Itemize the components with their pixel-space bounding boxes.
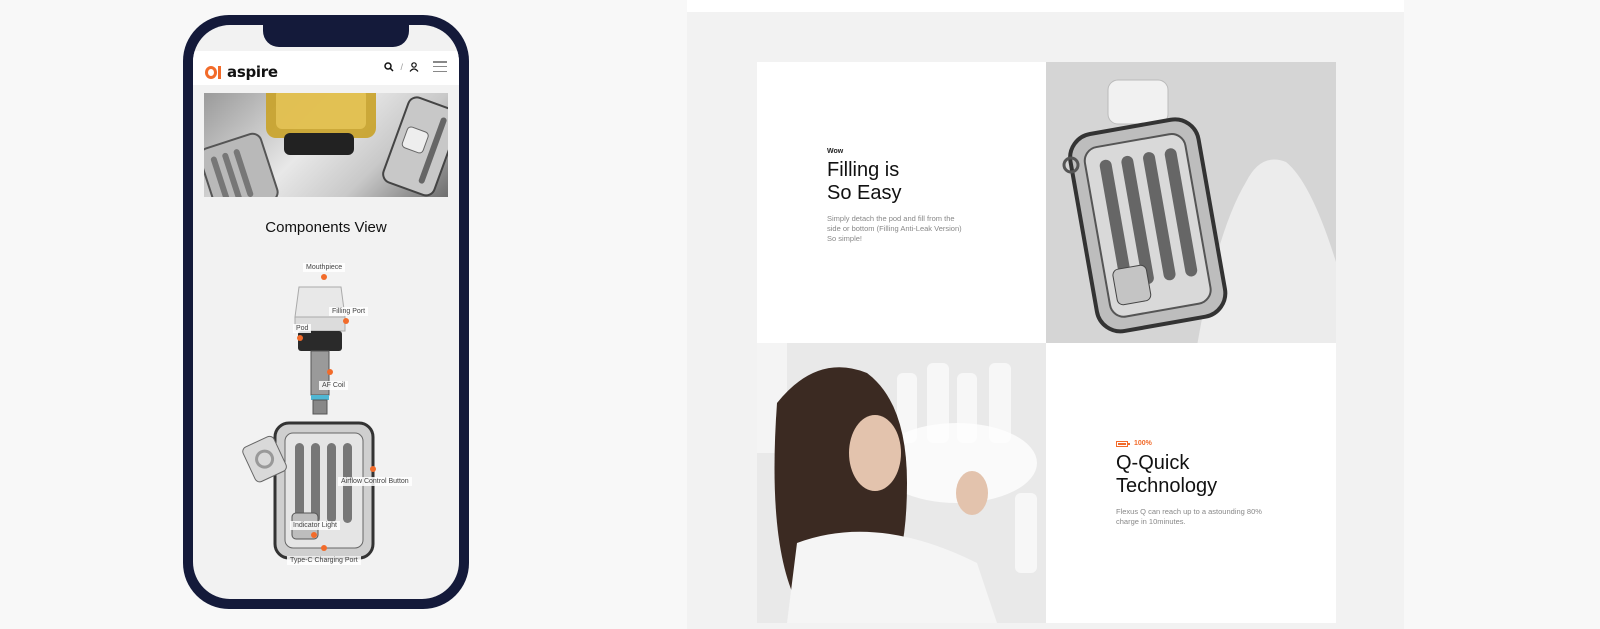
charging-feature-card: 100% Q-Quick Technology Flexus Q can rea… [1046,343,1336,623]
phone-mockup: aspire / Components View Mouthpiece Fill… [183,15,469,609]
header-separator: / [400,61,403,72]
filling-feature-card: Wow Filling is So Easy Simply detach the… [757,62,1046,343]
filling-description: Simply detach the pod and fill from the … [827,214,962,243]
feature-panel: Wow Filling is So Easy Simply detach the… [687,0,1404,629]
filling-title: Filling is So Easy [827,159,902,204]
brand-logo[interactable]: aspire [205,63,278,81]
label-af-coil: AF Coil [319,381,348,390]
brand-name: aspire [227,63,278,81]
menu-icon[interactable] [433,61,447,72]
label-charging-port: Type-C Charging Port [287,556,361,565]
phone-screen: aspire / Components View Mouthpiece Fill… [193,25,459,599]
hotspot-indicator-light[interactable] [311,532,317,538]
hero-product-image [204,93,448,197]
label-indicator-light: Indicator Light [290,521,340,530]
charging-description: Flexus Q can reach up to a astounding 80… [1116,507,1262,526]
panel-top-bar [687,0,1404,12]
hotspot-filling-port[interactable] [343,318,349,324]
label-pod: Pod [293,324,312,333]
user-icon[interactable] [409,61,419,72]
filling-eyebrow: Wow [827,148,844,155]
label-filling-port: Filling Port [329,307,369,316]
hotspot-af-coil[interactable] [327,369,333,375]
label-airflow-button: Airflow Control Button [338,477,412,486]
hotspot-mouthpiece[interactable] [321,274,327,280]
battery-badge: 100% [1116,440,1152,447]
brand-logo-mark [205,65,222,79]
lifestyle-photo [757,343,1046,623]
hotspot-charging-port[interactable] [321,545,327,551]
hand-holding-device-image [1046,62,1336,343]
label-mouthpiece: Mouthpiece [303,263,346,272]
components-view-title: Components View [265,219,387,236]
battery-percent: 100% [1134,440,1152,447]
header-actions: / [384,61,447,72]
battery-icon [1116,440,1130,447]
hotspot-airflow-button[interactable] [370,466,376,472]
mobile-header: aspire / [193,51,459,85]
charging-title: Q-Quick Technology [1116,452,1218,497]
search-icon[interactable] [384,61,395,72]
phone-notch [263,25,409,47]
hotspot-pod[interactable] [297,335,303,341]
